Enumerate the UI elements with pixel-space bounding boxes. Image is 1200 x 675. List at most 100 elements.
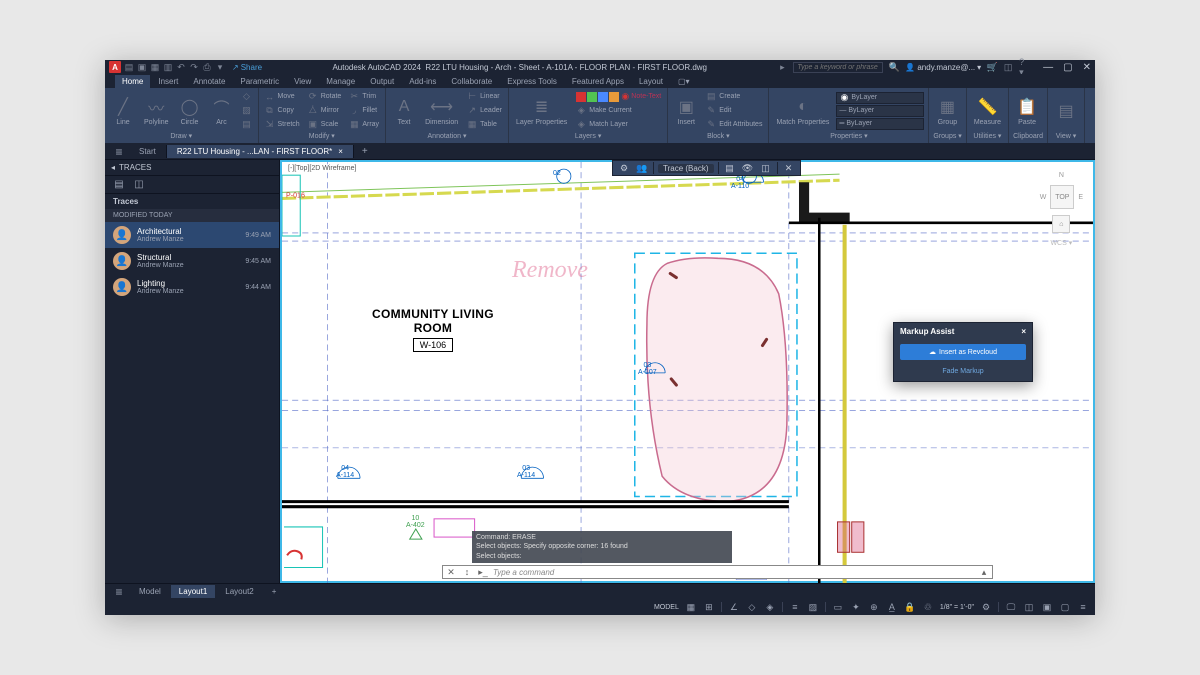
ribbon-tab-express[interactable]: Express Tools <box>500 75 564 88</box>
layer-match[interactable]: ◈Match Layer <box>574 118 663 131</box>
file-tab-start[interactable]: Start <box>129 145 167 158</box>
customize-icon[interactable]: ≡ <box>1077 601 1089 613</box>
polar-icon[interactable]: ∠ <box>728 601 740 613</box>
command-line[interactable]: ✕ ↕ ▸_ Type a command ▴ <box>442 565 993 579</box>
markup-close-icon[interactable]: × <box>1021 327 1026 336</box>
new-tab-button[interactable]: + <box>354 144 376 159</box>
lock-icon[interactable]: 🔒 <box>904 601 916 613</box>
app-logo-icon[interactable]: A <box>109 61 121 73</box>
layer-make[interactable]: ◈Make Current <box>574 104 663 117</box>
hardware-icon[interactable]: ▣ <box>1041 601 1053 613</box>
ribbon-tab-insert[interactable]: Insert <box>151 75 185 88</box>
draw-extra3[interactable]: ▤ <box>240 118 254 131</box>
trace-item-architectural[interactable]: 👤 ArchitecturalAndrew Manze 9:49 AM <box>105 222 279 248</box>
workspace-icon[interactable]: ⚙ <box>980 601 992 613</box>
trace-settings-icon[interactable]: ⚙ <box>617 161 631 175</box>
prop-lw-dd[interactable]: ═ByLayer <box>836 118 924 130</box>
cmd-close-icon[interactable]: ✕ <box>445 566 457 578</box>
drawing-canvas[interactable]: P-016 <box>280 160 1095 583</box>
scale-display[interactable]: 1/8" = 1'-0" <box>940 604 974 611</box>
view-button[interactable]: ▤ <box>1052 99 1080 123</box>
qat-open-icon[interactable]: ▣ <box>137 62 147 72</box>
snap-icon[interactable]: ⊞ <box>703 601 715 613</box>
apps-icon[interactable]: ◫ <box>1003 62 1013 72</box>
qat-redo-icon[interactable]: ↷ <box>189 62 199 72</box>
qat-new-icon[interactable]: ▤ <box>124 62 134 72</box>
layout-tab-layout2[interactable]: Layout2 <box>217 585 261 598</box>
ribbon-tab-collaborate[interactable]: Collaborate <box>444 75 499 88</box>
block-insert-button[interactable]: ▣Insert <box>672 95 700 127</box>
modify-rotate[interactable]: ⟳Rotate <box>306 90 344 103</box>
layout-menu-icon[interactable]: ≡ <box>109 585 129 599</box>
command-input[interactable]: Type a command <box>493 568 974 577</box>
trace-layers-icon[interactable]: ▤ <box>723 161 737 175</box>
group-button[interactable]: ▦Group <box>933 95 961 127</box>
maximize-button[interactable]: ▢ <box>1063 62 1072 73</box>
measure-button[interactable]: 📏Measure <box>971 95 1004 127</box>
paste-button[interactable]: 📋Paste <box>1013 95 1041 127</box>
lineweight-icon[interactable]: ≡ <box>789 601 801 613</box>
trace-item-lighting[interactable]: 👤 LightingAndrew Manze 9:44 AM <box>105 274 279 300</box>
qat-saveas-icon[interactable]: ▥ <box>163 62 173 72</box>
insert-revcloud-button[interactable]: ☁Insert as Revcloud <box>900 344 1026 360</box>
qat-save-icon[interactable]: ▦ <box>150 62 160 72</box>
file-tab-active[interactable]: R22 LTU Housing - ...LAN - FIRST FLOOR*× <box>167 145 354 158</box>
draw-arc-button[interactable]: ⌒Arc <box>208 95 236 127</box>
layout-tab-layout1[interactable]: Layout1 <box>171 585 215 598</box>
space-toggle[interactable]: MODEL <box>654 604 679 611</box>
layout-tab-model[interactable]: Model <box>131 585 169 598</box>
trace-toggle[interactable]: Trace (Back) <box>658 164 714 173</box>
transparency-icon[interactable]: ▨ <box>807 601 819 613</box>
isolate-icon[interactable]: ◫ <box>1023 601 1035 613</box>
cleanscreen-icon[interactable]: ▢ <box>1059 601 1071 613</box>
draw-polyline-button[interactable]: 〰Polyline <box>141 95 172 127</box>
prop-color-dd[interactable]: ◉ByLayer <box>836 92 924 104</box>
trace-visibility-icon[interactable]: 👁 <box>741 161 755 175</box>
modify-scale[interactable]: ▣Scale <box>306 118 344 131</box>
user-menu[interactable]: 👤 andy.manze@... ▾ <box>905 63 981 72</box>
viewcube-top[interactable]: TOP <box>1050 185 1074 209</box>
share-button[interactable]: ↗ Share <box>232 63 262 72</box>
draw-extra1[interactable]: ◇ <box>240 90 254 103</box>
ribbon-tab-manage[interactable]: Manage <box>319 75 362 88</box>
annoscale-icon[interactable]: ♲ <box>922 601 934 613</box>
gizmo-icon[interactable]: ✦ <box>850 601 862 613</box>
help-search-input[interactable] <box>793 62 883 73</box>
osnap-icon[interactable]: ◇ <box>746 601 758 613</box>
wcs-label[interactable]: WCS ▾ <box>1050 239 1072 247</box>
close-button[interactable]: ✕ <box>1083 62 1091 73</box>
trace-people-icon[interactable]: 👥 <box>635 161 649 175</box>
ann-leader[interactable]: ↗Leader <box>465 104 504 117</box>
otrack-icon[interactable]: ◈ <box>764 601 776 613</box>
viewcube[interactable]: N W TOP E ⌂ WCS ▾ <box>1040 172 1083 247</box>
file-tab-menu-icon[interactable]: ≡ <box>109 145 129 159</box>
ribbon-tab-featured[interactable]: Featured Apps <box>565 75 631 88</box>
trace-item-structural[interactable]: 👤 StructuralAndrew Manze 9:45 AM <box>105 248 279 274</box>
modify-trim[interactable]: ✂Trim <box>347 90 381 103</box>
cmd-recent-icon[interactable]: ▴ <box>978 566 990 578</box>
view-label[interactable]: [-][Top][2D Wireframe] <box>286 164 358 173</box>
nav-home-icon[interactable]: ⌂ <box>1052 215 1070 233</box>
block-create[interactable]: ▤Create <box>704 90 764 103</box>
ribbon-tab-output[interactable]: Output <box>363 75 401 88</box>
modify-copy[interactable]: ⧉Copy <box>263 104 302 117</box>
modify-stretch[interactable]: ⇲Stretch <box>263 118 302 131</box>
ribbon-tab-home[interactable]: Home <box>115 75 150 88</box>
draw-line-button[interactable]: ╱Line <box>109 95 137 127</box>
layout-add-button[interactable]: + <box>264 585 285 598</box>
layer-props-button[interactable]: ≣Layer Properties <box>513 95 570 127</box>
traces-new-icon[interactable]: ▤ <box>113 179 125 191</box>
grid-icon[interactable]: ▦ <box>685 601 697 613</box>
qat-print-icon[interactable]: ⎙ <box>202 62 212 72</box>
minimize-button[interactable]: — <box>1043 62 1053 73</box>
ribbon-tab-annotate[interactable]: Annotate <box>186 75 232 88</box>
trace-markup-icon[interactable]: ◫ <box>759 161 773 175</box>
modify-fillet[interactable]: ◞Fillet <box>347 104 381 117</box>
prop-line-dd[interactable]: —ByLayer <box>836 105 924 117</box>
ann-text-button[interactable]: AText <box>390 95 418 127</box>
traces-layer-icon[interactable]: ◫ <box>133 179 145 191</box>
modify-array[interactable]: ▦Array <box>347 118 381 131</box>
qat-undo-icon[interactable]: ↶ <box>176 62 186 72</box>
modify-mirror[interactable]: ⧊Mirror <box>306 104 344 117</box>
modify-move[interactable]: ↔Move <box>263 90 302 103</box>
